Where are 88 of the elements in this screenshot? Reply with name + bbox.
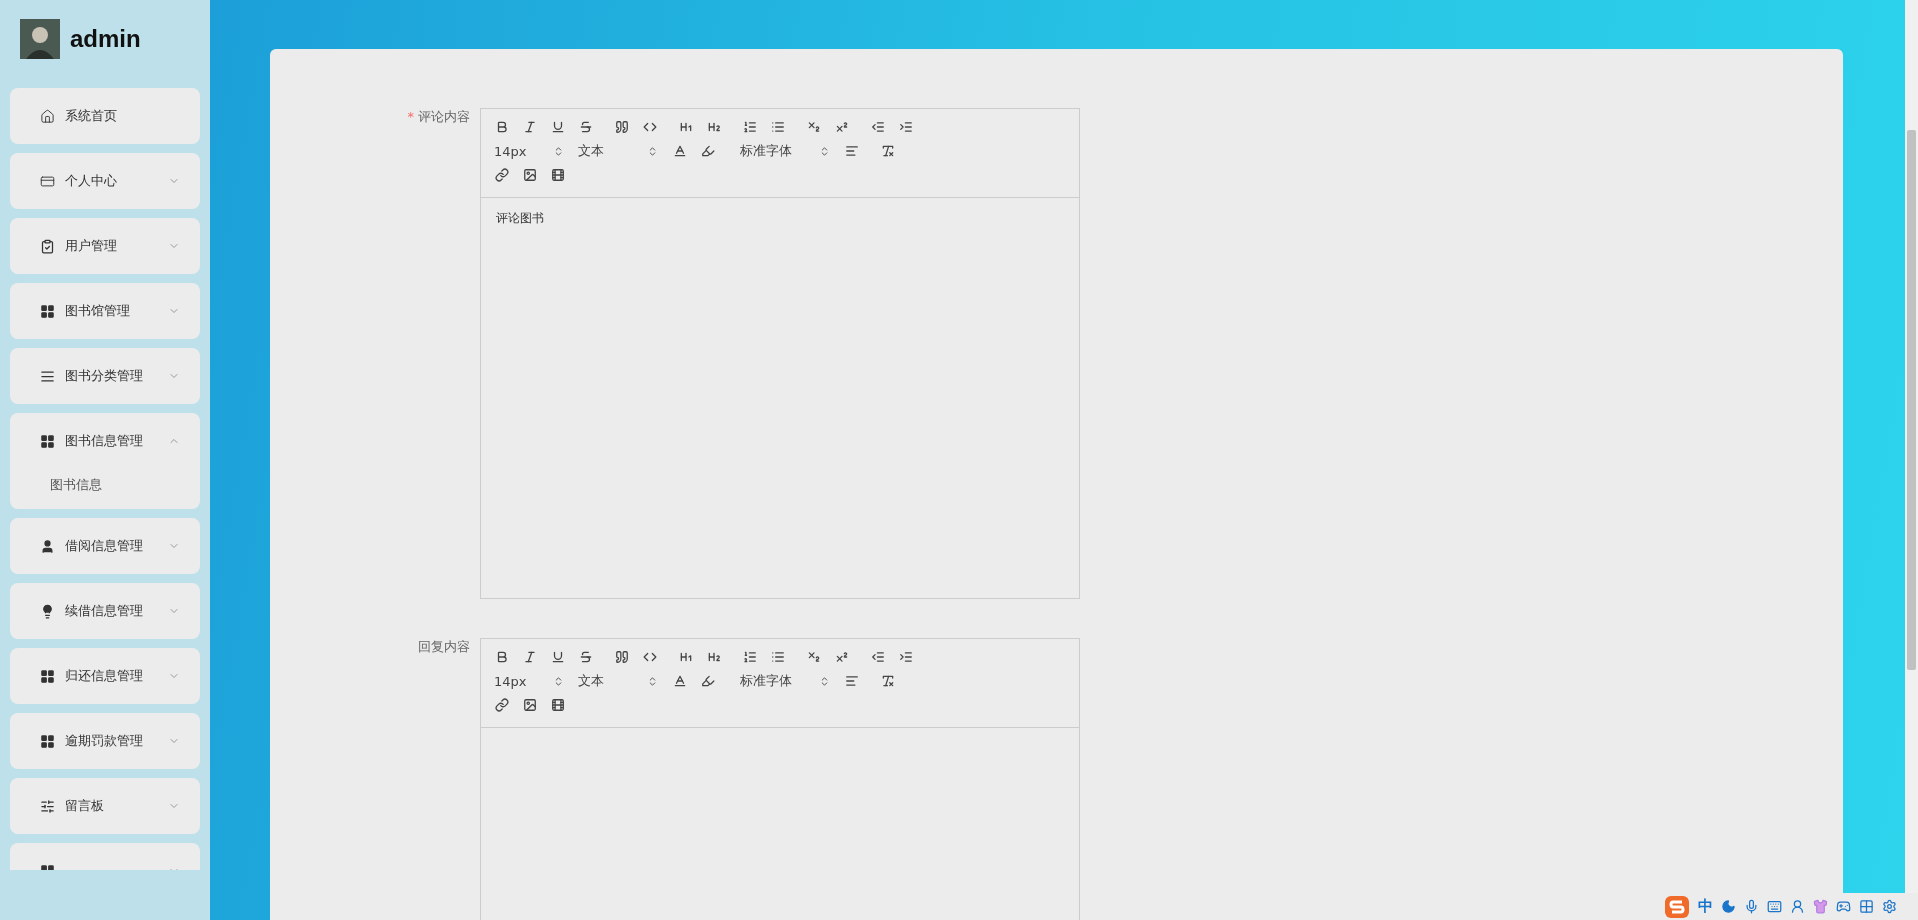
ime-logo-icon[interactable] xyxy=(1664,894,1690,919)
video-button[interactable] xyxy=(550,697,566,713)
font-family-picker[interactable]: 标准字体 xyxy=(740,672,830,690)
superscript-button[interactable] xyxy=(834,119,850,135)
user-icon[interactable] xyxy=(1790,899,1805,914)
background-color-button[interactable] xyxy=(700,673,716,689)
keyboard-icon[interactable] xyxy=(1767,899,1782,914)
sidebar-item[interactable]: 用户管理 xyxy=(10,218,200,274)
settings-icon[interactable] xyxy=(1882,899,1897,914)
lines-icon xyxy=(40,368,55,384)
link-button[interactable] xyxy=(494,697,510,713)
sidebar-item[interactable]: 图书分类管理 xyxy=(10,348,200,404)
clipboard-icon xyxy=(40,238,55,254)
user-name: admin xyxy=(70,25,141,53)
font-size-picker[interactable]: 14px xyxy=(494,673,564,689)
bullet-list-button[interactable] xyxy=(770,119,786,135)
sidebar-item[interactable]: 图书信息管理 图书信息 xyxy=(10,413,200,509)
sidebar-item[interactable]: 系统首页 xyxy=(10,88,200,144)
sidebar-item[interactable]: 续借信息管理 xyxy=(10,583,200,639)
rich-text-editor[interactable]: 14px 文本 标准字体 评论图书 xyxy=(480,108,1080,599)
align-button[interactable] xyxy=(844,673,860,689)
sort-caret-icon xyxy=(553,675,564,687)
image-button[interactable] xyxy=(522,697,538,713)
sort-caret-icon xyxy=(647,675,658,687)
image-button[interactable] xyxy=(522,167,538,183)
underline-button[interactable] xyxy=(550,649,566,665)
sliders-icon xyxy=(40,798,55,814)
outdent-button[interactable] xyxy=(870,649,886,665)
background-color-button[interactable] xyxy=(700,143,716,159)
rich-text-editor[interactable]: 14px 文本 标准字体 xyxy=(480,638,1080,920)
grid-icon xyxy=(40,733,55,749)
italic-button[interactable] xyxy=(522,119,538,135)
grid-icon[interactable] xyxy=(1859,899,1874,914)
sidebar-item[interactable]: 图书馆管理 xyxy=(10,283,200,339)
field-label-text: 评论内容 xyxy=(418,109,470,124)
bullet-list-button[interactable] xyxy=(770,649,786,665)
font-size-picker[interactable]: 14px xyxy=(494,143,564,159)
video-button[interactable] xyxy=(550,167,566,183)
moon-icon[interactable] xyxy=(1721,899,1736,914)
scrollbar[interactable] xyxy=(1905,0,1918,893)
strikethrough-button[interactable] xyxy=(578,649,594,665)
subscript-button[interactable] xyxy=(806,649,822,665)
grid-icon xyxy=(40,303,55,319)
ordered-list-button[interactable] xyxy=(742,119,758,135)
strikethrough-button[interactable] xyxy=(578,119,594,135)
text-color-button[interactable] xyxy=(672,673,688,689)
quote-button[interactable] xyxy=(614,119,630,135)
user-icon xyxy=(40,538,55,554)
required-mark: * xyxy=(407,109,414,124)
shirt-icon[interactable] xyxy=(1813,899,1828,914)
italic-button[interactable] xyxy=(522,649,538,665)
sidebar-item[interactable]: 借阅信息管理 xyxy=(10,518,200,574)
sort-caret-icon xyxy=(647,145,658,157)
quote-button[interactable] xyxy=(614,649,630,665)
home-icon xyxy=(40,108,55,124)
align-button[interactable] xyxy=(844,143,860,159)
heading-picker[interactable]: 文本 xyxy=(578,142,658,160)
heading-picker[interactable]: 文本 xyxy=(578,672,658,690)
sidebar-item[interactable]: 归还信息管理 xyxy=(10,648,200,704)
gamepad-icon[interactable] xyxy=(1836,899,1851,914)
sidebar-item[interactable]: 留言板 xyxy=(10,778,200,834)
sort-caret-icon xyxy=(819,675,830,687)
editor-text: 评论图书 xyxy=(496,211,544,225)
microphone-icon[interactable] xyxy=(1744,899,1759,914)
card-icon xyxy=(40,173,55,189)
text-color-button[interactable] xyxy=(672,143,688,159)
sidebar-item[interactable]: 逾期罚款管理 xyxy=(10,713,200,769)
superscript-button[interactable] xyxy=(834,649,850,665)
clear-format-button[interactable] xyxy=(880,143,896,159)
field-label-text: 回复内容 xyxy=(418,639,470,654)
outdent-button[interactable] xyxy=(870,119,886,135)
avatar xyxy=(20,19,60,59)
sort-caret-icon xyxy=(819,145,830,157)
font-family-picker[interactable]: 标准字体 xyxy=(740,142,830,160)
lightbulb-icon xyxy=(40,603,55,619)
sidebar-item[interactable]: 个人中心 xyxy=(10,153,200,209)
submenu-item[interactable]: 图书信息 xyxy=(10,469,200,509)
underline-button[interactable] xyxy=(550,119,566,135)
input-mode[interactable]: 中 xyxy=(1698,897,1713,916)
grid-icon xyxy=(40,668,55,684)
clear-format-button[interactable] xyxy=(880,673,896,689)
grid-icon xyxy=(40,433,55,449)
indent-button[interactable] xyxy=(898,119,914,135)
indent-button[interactable] xyxy=(898,649,914,665)
ordered-list-button[interactable] xyxy=(742,649,758,665)
sort-caret-icon xyxy=(553,145,564,157)
subscript-button[interactable] xyxy=(806,119,822,135)
link-button[interactable] xyxy=(494,167,510,183)
